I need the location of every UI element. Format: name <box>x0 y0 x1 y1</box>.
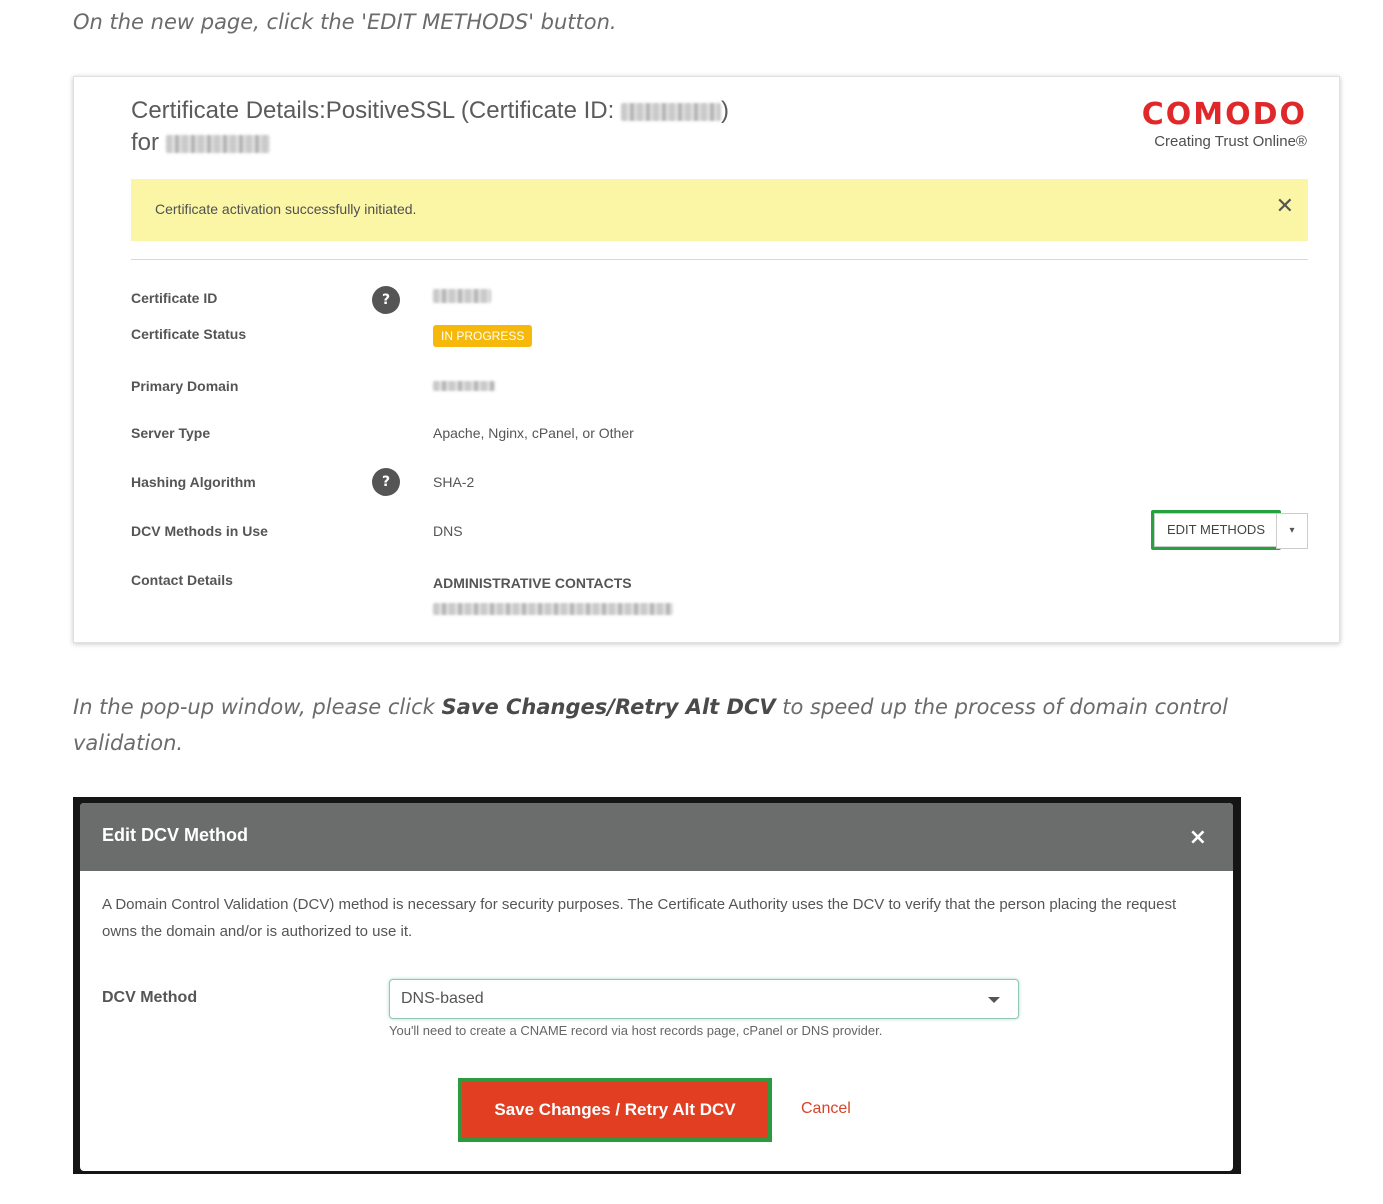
primary-domain-label: Primary Domain <box>131 378 239 394</box>
certificate-status-label: Certificate Status <box>131 326 247 342</box>
chevron-down-icon[interactable]: ▾ <box>1276 513 1308 549</box>
certificate-id-label: Certificate ID <box>131 290 218 306</box>
dcv-method-hint: You'll need to create a CNAME record via… <box>389 1023 883 1038</box>
modal-description: A Domain Control Validation (DCV) method… <box>102 896 1177 940</box>
comodo-logo: COMODO Creating Trust Online® <box>1141 97 1307 151</box>
save-button-highlight: Save Changes / Retry Alt DCV <box>458 1078 772 1142</box>
instruction-step-2-prefix: In the pop-up window, please click <box>73 695 442 719</box>
dcv-methods-label: DCV Methods in Use <box>131 523 268 539</box>
server-type-label: Server Type <box>131 425 211 441</box>
modal-header: Edit DCV Method × <box>80 803 1233 871</box>
hashing-algorithm-label: Hashing Algorithm <box>131 474 256 490</box>
instruction-step-2: In the pop-up window, please click Save … <box>73 689 1303 761</box>
contact-details-label: Contact Details <box>131 572 233 588</box>
title-prefix: Certificate Details:PositiveSSL (Certifi… <box>131 97 621 124</box>
edit-dcv-screenshot: Edit DCV Method × A Domain Control Valid… <box>73 797 1241 1174</box>
cancel-link[interactable]: Cancel <box>801 1100 851 1118</box>
modal-title: Edit DCV Method <box>102 825 248 845</box>
close-icon[interactable]: ✕ <box>1276 193 1294 221</box>
redacted-domain <box>165 134 270 153</box>
edit-methods-button[interactable]: EDIT METHODS <box>1154 513 1278 547</box>
dcv-methods-value: DNS <box>433 523 463 539</box>
page-title: Certificate Details:PositiveSSL (Certifi… <box>131 95 931 159</box>
edit-methods-highlight: EDIT METHODS <box>1151 510 1281 550</box>
divider <box>131 259 1308 260</box>
chevron-down-icon <box>988 997 1000 1003</box>
redacted-certificate-id <box>620 102 721 121</box>
save-changes-button[interactable]: Save Changes / Retry Alt DCV <box>462 1082 768 1138</box>
hashing-algorithm-value: SHA-2 <box>433 474 475 490</box>
redacted-contact <box>433 603 673 615</box>
redacted-certificate-id-value <box>433 289 491 303</box>
status-badge: IN PROGRESS <box>433 325 533 347</box>
redacted-primary-domain <box>433 381 495 391</box>
administrative-contacts-heading: ADMINISTRATIVE CONTACTS <box>433 575 632 591</box>
alert-message: Certificate activation successfully init… <box>155 201 417 217</box>
success-alert: Certificate activation successfully init… <box>131 179 1308 241</box>
for-label: for <box>131 129 160 156</box>
server-type-value: Apache, Nginx, cPanel, or Other <box>433 425 634 441</box>
dcv-method-select[interactable]: DNS-based <box>389 979 1019 1019</box>
title-suffix: ) <box>720 97 729 124</box>
dcv-method-value: DNS-based <box>401 990 484 1007</box>
close-icon[interactable]: × <box>1189 825 1207 850</box>
instruction-step-2-bold: Save Changes/Retry Alt DCV <box>441 695 776 719</box>
certificate-details-screenshot: Certificate Details:PositiveSSL (Certifi… <box>73 76 1340 643</box>
edit-dcv-modal: Edit DCV Method × A Domain Control Valid… <box>80 803 1233 1171</box>
dcv-method-label: DCV Method <box>102 989 198 1006</box>
instruction-step-1: On the new page, click the 'EDIT METHODS… <box>73 10 617 34</box>
logo-name: COMODO <box>1141 97 1307 132</box>
help-icon[interactable]: ? <box>372 286 400 314</box>
help-icon[interactable]: ? <box>372 468 400 496</box>
logo-tagline: Creating Trust Online® <box>1154 133 1307 150</box>
